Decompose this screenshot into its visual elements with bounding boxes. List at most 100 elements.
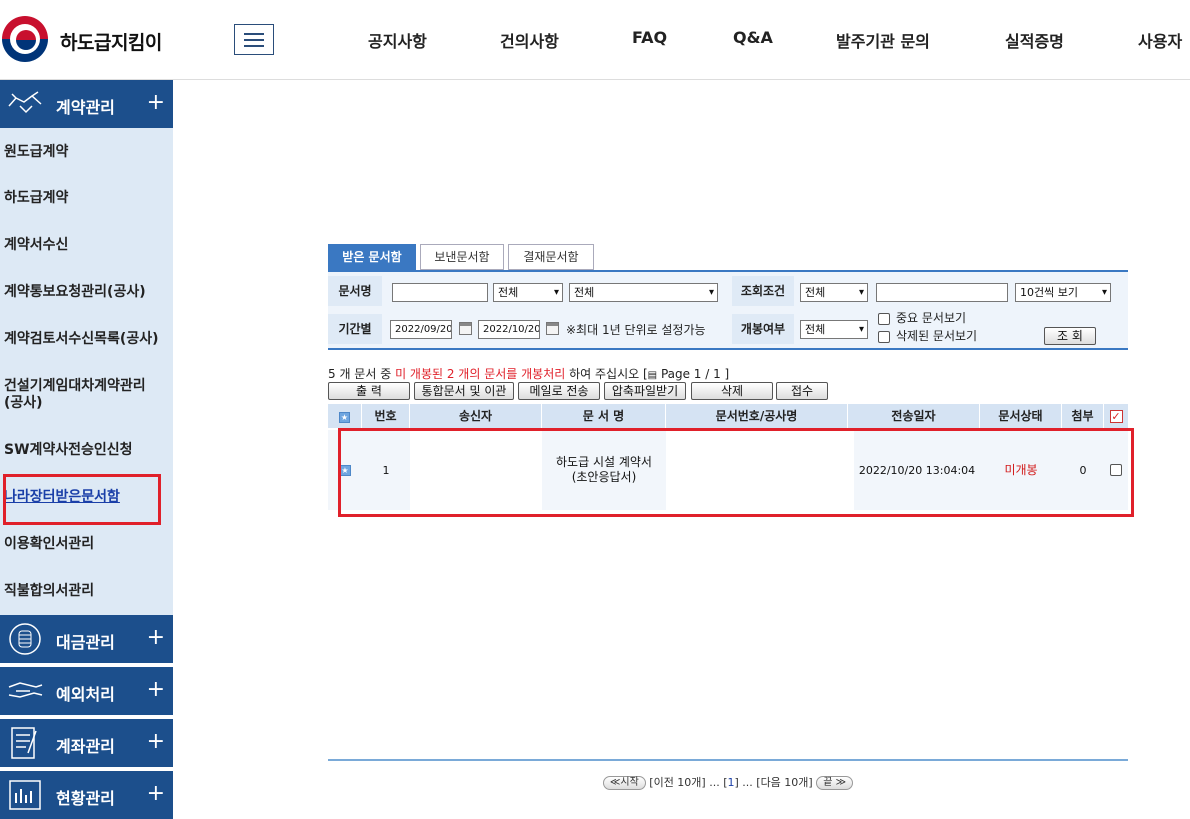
select-value: 전체 [574,286,595,299]
tab-approval[interactable]: 결재문서함 [508,244,594,270]
summary-prefix: 5 개 문서 중 [328,367,396,381]
cond-label: 조회조건 [732,276,794,306]
chevron-down-icon: ▾ [858,324,864,335]
delete-button[interactable]: 삭제 [691,382,773,400]
date-to-input[interactable]: 2022/10/20 [478,320,540,339]
select-value: 전체 [498,286,519,299]
cond-select[interactable]: 전체 ▾ [800,283,868,302]
last-page-button[interactable]: 끝 ≫ [816,776,854,790]
search-panel: 문서명 전체 ▾ 전체 ▾ 조회조건 전체 ▾ 10건씩 보기 ▾ 기간별 2022/0… [328,270,1128,350]
sidebar-item-contract-review[interactable]: 계약검토서수신목록(공사) [4,331,169,348]
select-value: 전체 [805,323,826,336]
nav-user[interactable]: 사용자 [1138,28,1182,52]
zip-download-button[interactable]: 압축파일받기 [604,382,686,400]
nav-qna[interactable]: Q&A [733,28,773,47]
summary-suffix: 하여 주십시오 [ [565,367,648,381]
tab-sent[interactable]: 보낸문서함 [420,244,504,270]
checkbox-checked-icon[interactable]: ✓ [1109,410,1123,423]
chevron-down-icon: ▾ [1101,287,1107,298]
doc-name-label: 문서명 [328,276,382,306]
receive-button[interactable]: 접수 [776,382,828,400]
header-doc-no: 문서번호/공사명 [666,404,848,428]
open-status-select[interactable]: 전체 ▾ [800,320,868,339]
highlight-box [338,428,1134,517]
important-checkbox[interactable] [878,313,890,325]
logo-icon[interactable] [2,16,48,62]
sidebar-item-prime-contract[interactable]: 원도급계약 [4,144,169,161]
important-label: 중요 문서보기 [896,311,967,325]
sidebar-section-label: 대금관리 [56,633,115,652]
sidebar-item-direct-pay[interactable]: 직불합의서관리 [4,583,169,600]
header-date: 전송일자 [848,404,980,428]
header-status: 문서상태 [980,404,1062,428]
deleted-label: 삭제된 문서보기 [896,329,978,343]
sidebar-item-machine-lease[interactable]: 건설기계임대차계약관리 (공사) [4,378,169,412]
header-star-col: ★ [328,404,362,428]
top-header: 하도급지킴이 공지사항 건의사항 FAQ Q&A 발주기관 문의 실적증명 사용… [0,0,1190,80]
pagination: ≪시작 [이전 10개] ... [1] ... [다음 10개] 끝 ≫ [328,774,1128,790]
next-link[interactable]: ] ... [다음 10개] [735,776,813,789]
sidebar-item-usage-confirm[interactable]: 이용확인서관리 [4,536,169,553]
sidebar-section-exception[interactable]: 예외처리 + [0,667,173,715]
print-button[interactable]: 출 력 [328,382,410,400]
sidebar-section-account[interactable]: 계좌관리 + [0,719,173,767]
tab-inbox[interactable]: 받은 문서함 [328,244,416,270]
chevron-down-icon: ▾ [553,287,559,298]
expand-icon[interactable]: + [147,90,165,115]
calendar-icon[interactable] [459,322,472,335]
page-size-select[interactable]: 10건씩 보기 ▾ [1015,283,1111,302]
merge-transfer-button[interactable]: 통합문서 및 이관 [414,382,514,400]
header-sender: 송신자 [410,404,542,428]
sidebar-item-contract-notice[interactable]: 계약통보요청관리(공사) [4,284,169,301]
nav-notice[interactable]: 공지사항 [368,28,427,52]
brand-title[interactable]: 하도급지킴이 [60,28,162,55]
sidebar-item-sw-approval[interactable]: SW계약사전승인신청 [4,442,169,459]
period-note: ※최대 1년 단위로 설정가능 [566,323,706,337]
nav-agency-inquiry[interactable]: 발주기관 문의 [836,28,930,52]
chart-icon [9,780,41,810]
expand-icon[interactable]: + [147,677,165,702]
doc-type-select[interactable]: 전체 ▾ [493,283,563,302]
chevron-down-icon: ▾ [858,287,864,298]
sidebar-section-label: 예외처리 [56,685,115,704]
select-value: 전체 [805,286,826,299]
hand-icon [8,682,43,698]
date-from-input[interactable]: 2022/09/20 [390,320,452,339]
expand-icon[interactable]: + [147,781,165,806]
hamburger-menu-button[interactable] [234,24,274,55]
chevron-down-icon: ▾ [708,287,714,298]
header-select-all[interactable]: ✓ [1104,404,1128,428]
divider [328,759,1128,761]
search-button[interactable]: 조 회 [1044,327,1096,345]
coins-icon [9,623,41,655]
sidebar-item-subcontract[interactable]: 하도급계약 [4,190,169,207]
handshake-icon [8,91,42,114]
sidebar-section-contract[interactable]: 계약관리 + [0,80,173,128]
email-send-button[interactable]: 메일로 전송 [518,382,600,400]
doc-name-input[interactable] [392,283,488,302]
header-attach: 첨부 [1062,404,1104,428]
sidebar-section-label: 현황관리 [56,789,115,808]
sidebar-section-status[interactable]: 현황관리 + [0,771,173,819]
period-label: 기간별 [328,314,382,344]
prev-link[interactable]: [이전 10개] ... [ [649,776,727,789]
calendar-icon[interactable] [546,322,559,335]
sidebar-section-label: 계좌관리 [56,737,115,756]
sidebar-item-contract-receive[interactable]: 계약서수신 [4,237,169,254]
document-pen-icon [11,727,37,759]
sidebar-section-payment[interactable]: 대금관리 + [0,615,173,663]
current-page-link[interactable]: 1 [728,776,735,789]
doc-category-select[interactable]: 전체 ▾ [569,283,718,302]
expand-icon[interactable]: + [147,625,165,650]
cond-input[interactable] [876,283,1008,302]
header-no: 번호 [362,404,410,428]
nav-performance-cert[interactable]: 실적증명 [1005,28,1064,52]
nav-suggestion[interactable]: 건의사항 [500,28,559,52]
nav-faq[interactable]: FAQ [632,28,667,47]
select-value: 10건씩 보기 [1020,286,1078,299]
first-page-button[interactable]: ≪시작 [602,776,646,790]
summary-text: 5 개 문서 중 미 개봉된 2 개의 문서를 개봉처리 하여 주십시오 [▤ … [328,365,729,382]
expand-icon[interactable]: + [147,729,165,754]
deleted-checkbox[interactable] [878,331,890,343]
sidebar-submenu: 원도급계약 하도급계약 계약서수신 계약통보요청관리(공사) 계약검토서수신목록… [0,128,173,615]
